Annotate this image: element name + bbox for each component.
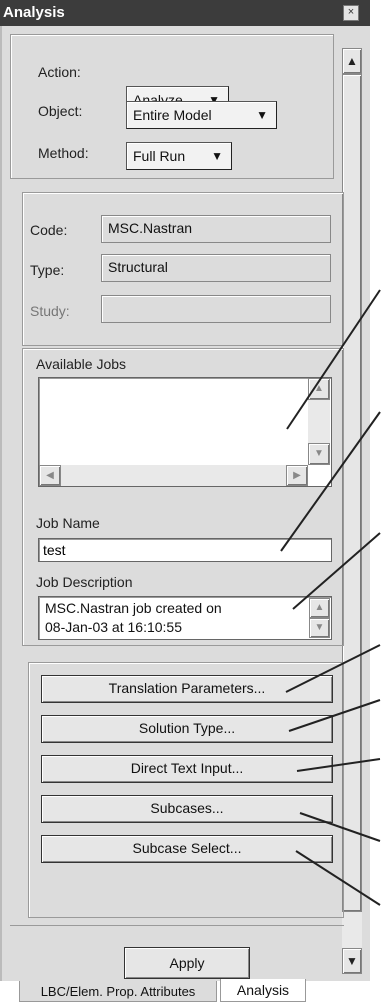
job-description-line-2: 08-Jan-03 at 16:10:55 <box>45 619 182 635</box>
arrow-up-icon[interactable]: ▲ <box>342 48 362 74</box>
job-description-textarea[interactable]: MSC.Nastran job created on 08-Jan-03 at … <box>38 596 332 640</box>
job-name-input[interactable] <box>38 538 332 562</box>
code-label: Code: <box>30 222 68 238</box>
object-dropdown[interactable]: Entire Model ▼ <box>126 101 277 129</box>
method-label: Method: <box>38 145 89 161</box>
direct-text-input-button[interactable]: Direct Text Input... <box>41 755 333 783</box>
method-dropdown[interactable]: Full Run ▼ <box>126 142 232 170</box>
type-label: Type: <box>30 262 65 278</box>
arrow-down-icon[interactable]: ▼ <box>308 443 330 465</box>
solution-type-button[interactable]: Solution Type... <box>41 715 333 743</box>
subcase-select-button[interactable]: Subcase Select... <box>41 835 333 863</box>
available-jobs-label: Available Jobs <box>36 356 127 372</box>
code-field: MSC.Nastran <box>101 215 331 243</box>
tab-lbc-elem-prop-attributes[interactable]: LBC/Elem. Prop. Attributes <box>19 981 217 1002</box>
window-title-bar: Analysis <box>0 0 370 26</box>
object-value: Entire Model <box>133 107 212 123</box>
translation-parameters-button[interactable]: Translation Parameters... <box>41 675 333 703</box>
action-label: Action: <box>38 64 81 80</box>
arrow-down-icon[interactable]: ▼ <box>342 948 362 974</box>
subcases-button[interactable]: Subcases... <box>41 795 333 823</box>
tab-analysis[interactable]: Analysis <box>220 979 306 1002</box>
job-name-label: Job Name <box>36 515 100 531</box>
job-description-label: Job Description <box>36 574 133 590</box>
arrow-up-icon[interactable]: ▲ <box>308 378 330 400</box>
arrow-right-icon[interactable]: ▶ <box>286 465 308 486</box>
panel-scrollbar-thumb[interactable] <box>342 74 362 912</box>
method-value: Full Run <box>133 148 186 164</box>
separator <box>10 925 344 926</box>
arrow-up-icon[interactable]: ▲ <box>309 598 330 618</box>
object-label: Object: <box>38 103 83 119</box>
close-icon[interactable]: × <box>343 5 359 21</box>
window-title: Analysis <box>3 4 65 21</box>
study-label: Study: <box>30 303 70 319</box>
type-field: Structural <box>101 254 331 282</box>
triangle-down-icon: ▼ <box>211 149 223 163</box>
study-field <box>101 295 331 323</box>
job-description-line-1: MSC.Nastran job created on <box>45 600 222 616</box>
triangle-down-icon: ▼ <box>256 108 268 122</box>
jobs-list-hscroll[interactable] <box>39 465 308 486</box>
apply-button[interactable]: Apply <box>124 947 250 979</box>
arrow-down-icon[interactable]: ▼ <box>309 618 330 638</box>
arrow-left-icon[interactable]: ◀ <box>39 465 61 486</box>
